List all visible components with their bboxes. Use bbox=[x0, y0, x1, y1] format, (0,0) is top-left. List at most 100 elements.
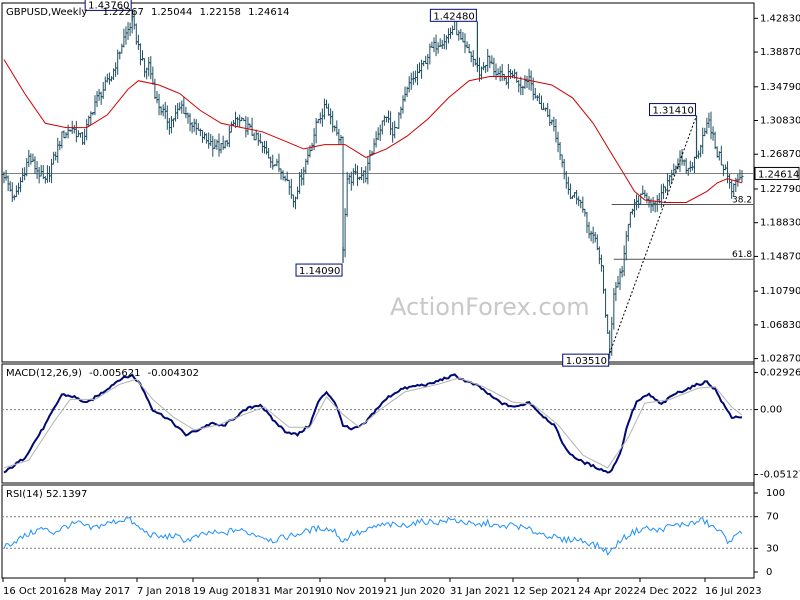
price-bar bbox=[566, 176, 570, 195]
price-bar bbox=[275, 158, 279, 167]
price-bar bbox=[351, 168, 355, 186]
price-bar bbox=[599, 254, 603, 272]
annotation-label-text: 1.31410 bbox=[653, 106, 694, 117]
x-axis-tick-label: 10 Nov 2019 bbox=[320, 586, 384, 597]
price-bar bbox=[548, 109, 552, 126]
macd-line bbox=[3, 373, 743, 474]
price-bar bbox=[205, 133, 209, 144]
price-bar bbox=[337, 128, 341, 145]
x-axis-tick-label: 4 Dec 2022 bbox=[640, 586, 698, 597]
ohlc-high: 1.25044 bbox=[151, 7, 192, 18]
price-bar bbox=[380, 120, 384, 135]
price-bar bbox=[99, 91, 103, 105]
annotation-label: 1.42480 bbox=[429, 8, 477, 22]
price-bar bbox=[575, 189, 579, 205]
macd-axis-tick-label: 0.00 bbox=[760, 405, 782, 416]
annotation-label: 1.03510 bbox=[562, 353, 610, 367]
x-axis-tick-label: 16 Oct 2016 bbox=[3, 586, 65, 597]
price-bar bbox=[298, 171, 302, 194]
price-bar bbox=[635, 194, 639, 211]
price-bar bbox=[418, 62, 422, 74]
price-bar bbox=[399, 106, 403, 119]
price-bar bbox=[446, 28, 450, 44]
x-axis-tick-label: 12 Sep 2021 bbox=[513, 586, 576, 597]
price-bar bbox=[593, 232, 597, 243]
fib-level-label: 61.8 bbox=[732, 250, 752, 260]
price-bar bbox=[39, 164, 43, 177]
price-bar bbox=[215, 139, 219, 150]
price-bar bbox=[525, 75, 529, 89]
price-bar bbox=[620, 266, 624, 278]
x-axis-tick-label: 31 Mar 2019 bbox=[258, 586, 321, 597]
price-bar bbox=[653, 200, 657, 213]
price-bar bbox=[122, 28, 126, 48]
panel-frames bbox=[1, 2, 755, 579]
price-bar bbox=[537, 93, 541, 105]
price-bar bbox=[723, 164, 727, 171]
price-bar bbox=[366, 156, 370, 185]
price-bar bbox=[558, 141, 562, 161]
price-bar bbox=[364, 166, 368, 183]
price-bar bbox=[221, 135, 225, 150]
panel-headers: GBPUSD,Weekly 1.22267 1.25044 1.22158 1.… bbox=[6, 7, 289, 500]
price-bar bbox=[41, 165, 45, 180]
price-bar bbox=[484, 65, 488, 74]
fib-level-label: 38.2 bbox=[732, 195, 752, 205]
price-bar bbox=[184, 106, 188, 119]
price-bar bbox=[234, 111, 238, 128]
annotation-label-text: 1.14090 bbox=[299, 266, 340, 277]
price-bar bbox=[409, 72, 413, 90]
price-bar bbox=[324, 99, 328, 109]
price-bar bbox=[126, 22, 130, 40]
price-bar bbox=[554, 118, 558, 143]
price-axis-tick-label: 1.14870 bbox=[760, 251, 800, 262]
price-bar bbox=[471, 50, 475, 67]
price-axis-tick-label: 1.06830 bbox=[760, 320, 800, 331]
macd-panel[interactable]: 0.029261 0.00 -0.051279 bbox=[2, 368, 800, 481]
macd-name: MACD(12,26,9) bbox=[6, 368, 82, 379]
price-bar bbox=[595, 234, 599, 251]
price-bar bbox=[614, 281, 618, 302]
ohlc-close: 1.24614 bbox=[248, 7, 289, 18]
macd-signal-line bbox=[3, 377, 743, 469]
price-bar bbox=[461, 31, 465, 43]
annotation-label-text: 1.03510 bbox=[566, 356, 607, 367]
price-bar bbox=[10, 182, 14, 203]
price-bar bbox=[252, 132, 256, 141]
watermark-text: ActionForex.com bbox=[390, 293, 590, 321]
price-bar bbox=[688, 160, 692, 173]
price-bar bbox=[47, 166, 51, 183]
price-bar bbox=[568, 183, 572, 200]
price-bar bbox=[539, 95, 543, 110]
price-bar bbox=[236, 116, 240, 127]
price-bar bbox=[341, 136, 345, 258]
price-bar bbox=[343, 208, 347, 258]
price-bar bbox=[643, 189, 647, 199]
price-bar bbox=[223, 140, 227, 149]
price-bar bbox=[709, 111, 713, 140]
x-axis-tick-label: 21 Jun 2020 bbox=[385, 586, 445, 597]
price-bar bbox=[331, 110, 335, 133]
rsi-panel[interactable]: 100 70 30 0 bbox=[2, 488, 785, 578]
price-bar bbox=[738, 169, 742, 181]
price-bar bbox=[424, 55, 428, 65]
price-bar bbox=[143, 58, 147, 78]
price-bar bbox=[107, 72, 111, 85]
symbol-timeframe: GBPUSD,Weekly bbox=[6, 7, 87, 18]
price-axis-tick-label: 1.42830 bbox=[760, 13, 800, 24]
price-bar bbox=[719, 145, 723, 166]
price-bar bbox=[16, 182, 20, 195]
price-bar bbox=[496, 68, 500, 76]
price-bar bbox=[147, 57, 151, 77]
price-bars bbox=[2, 10, 744, 360]
price-bar bbox=[219, 143, 223, 154]
price-bar bbox=[74, 120, 78, 143]
price-bar bbox=[271, 154, 275, 170]
price-bar bbox=[449, 27, 453, 39]
price-bar bbox=[519, 76, 523, 96]
price-bar bbox=[78, 132, 82, 138]
price-bar bbox=[604, 288, 608, 318]
price-bar bbox=[60, 131, 64, 149]
price-bar bbox=[159, 106, 163, 116]
price-bar bbox=[186, 112, 190, 124]
